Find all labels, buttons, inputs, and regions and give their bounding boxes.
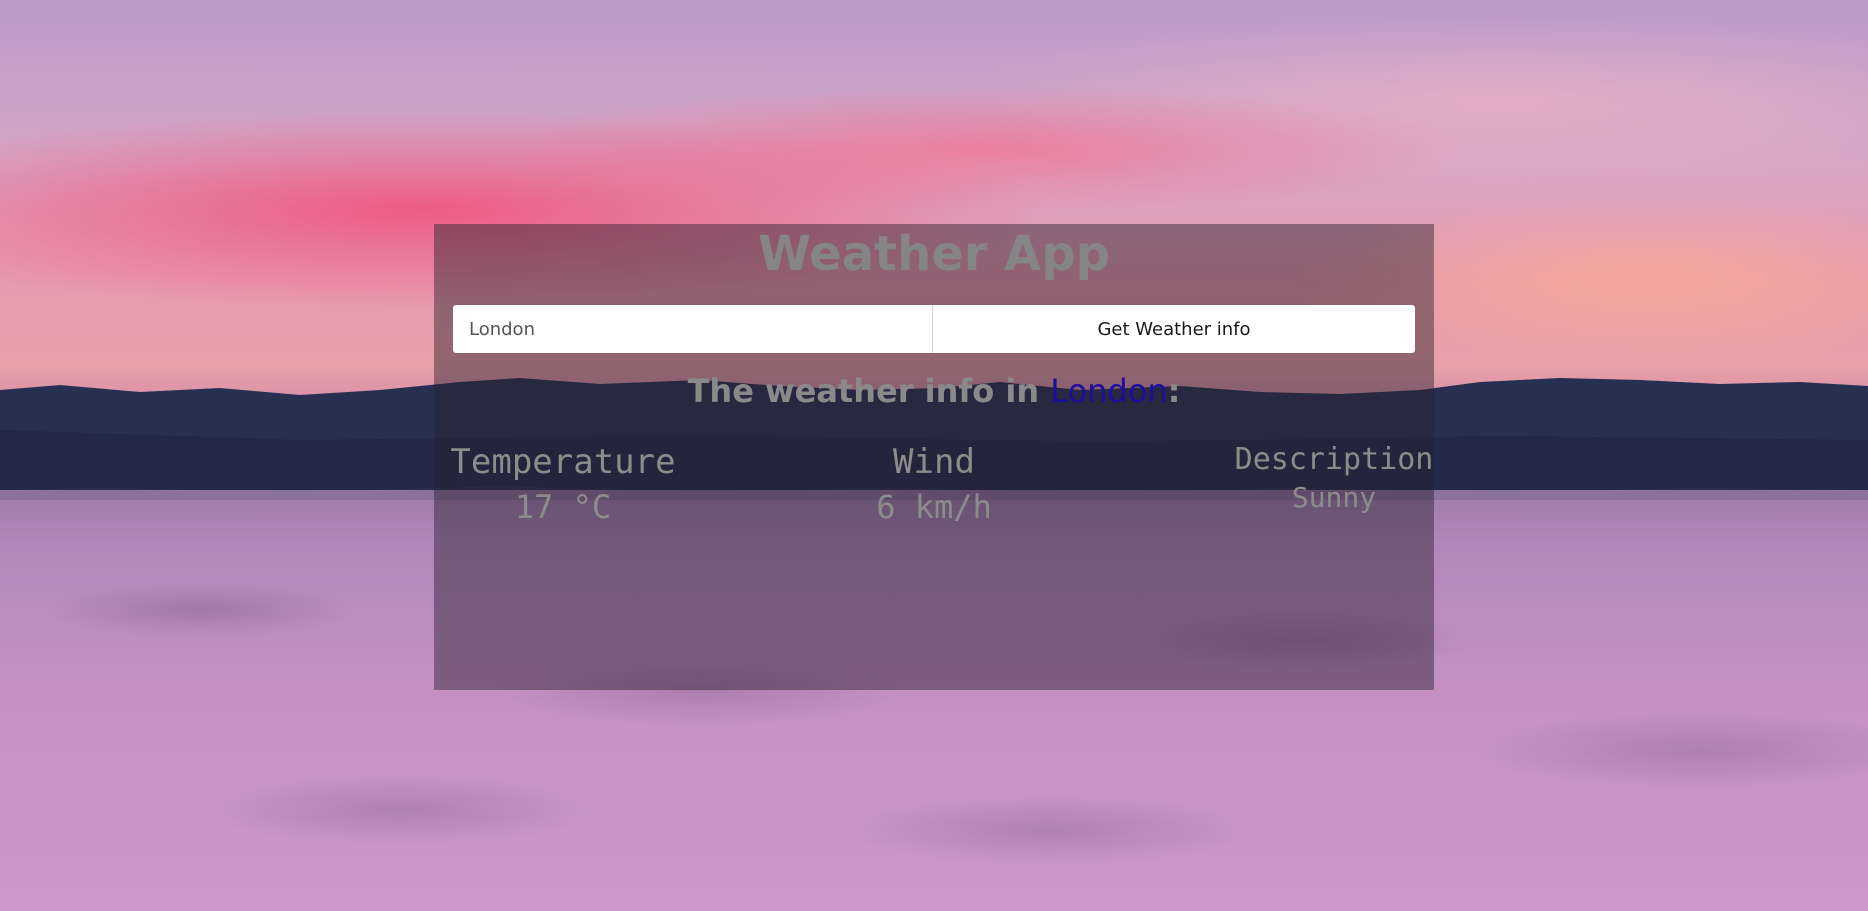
result-heading-suffix: : [1167, 372, 1181, 410]
temperature-value: 17 °C [514, 488, 612, 526]
get-weather-button[interactable]: Get Weather info [933, 305, 1415, 353]
temperature-label: Temperature [450, 442, 676, 482]
app-title: Weather App [757, 226, 1111, 282]
weather-panel: Weather App Get Weather info The weather… [434, 224, 1434, 690]
description-value: Sunny [1291, 481, 1377, 514]
description-label: Description [1234, 442, 1434, 477]
description-stat: Description Sunny [1234, 442, 1434, 514]
wind-value: 6 km/h [876, 488, 992, 526]
search-bar: Get Weather info [453, 305, 1415, 353]
result-heading: The weather info in London: [434, 372, 1434, 410]
result-heading-prefix: The weather info in [687, 372, 1051, 410]
wind-stat: Wind 6 km/h [854, 442, 1014, 526]
temperature-stat: Temperature 17 °C [434, 442, 692, 526]
result-city: London [1050, 372, 1168, 410]
wind-label: Wind [893, 442, 975, 482]
city-input[interactable] [453, 305, 933, 353]
